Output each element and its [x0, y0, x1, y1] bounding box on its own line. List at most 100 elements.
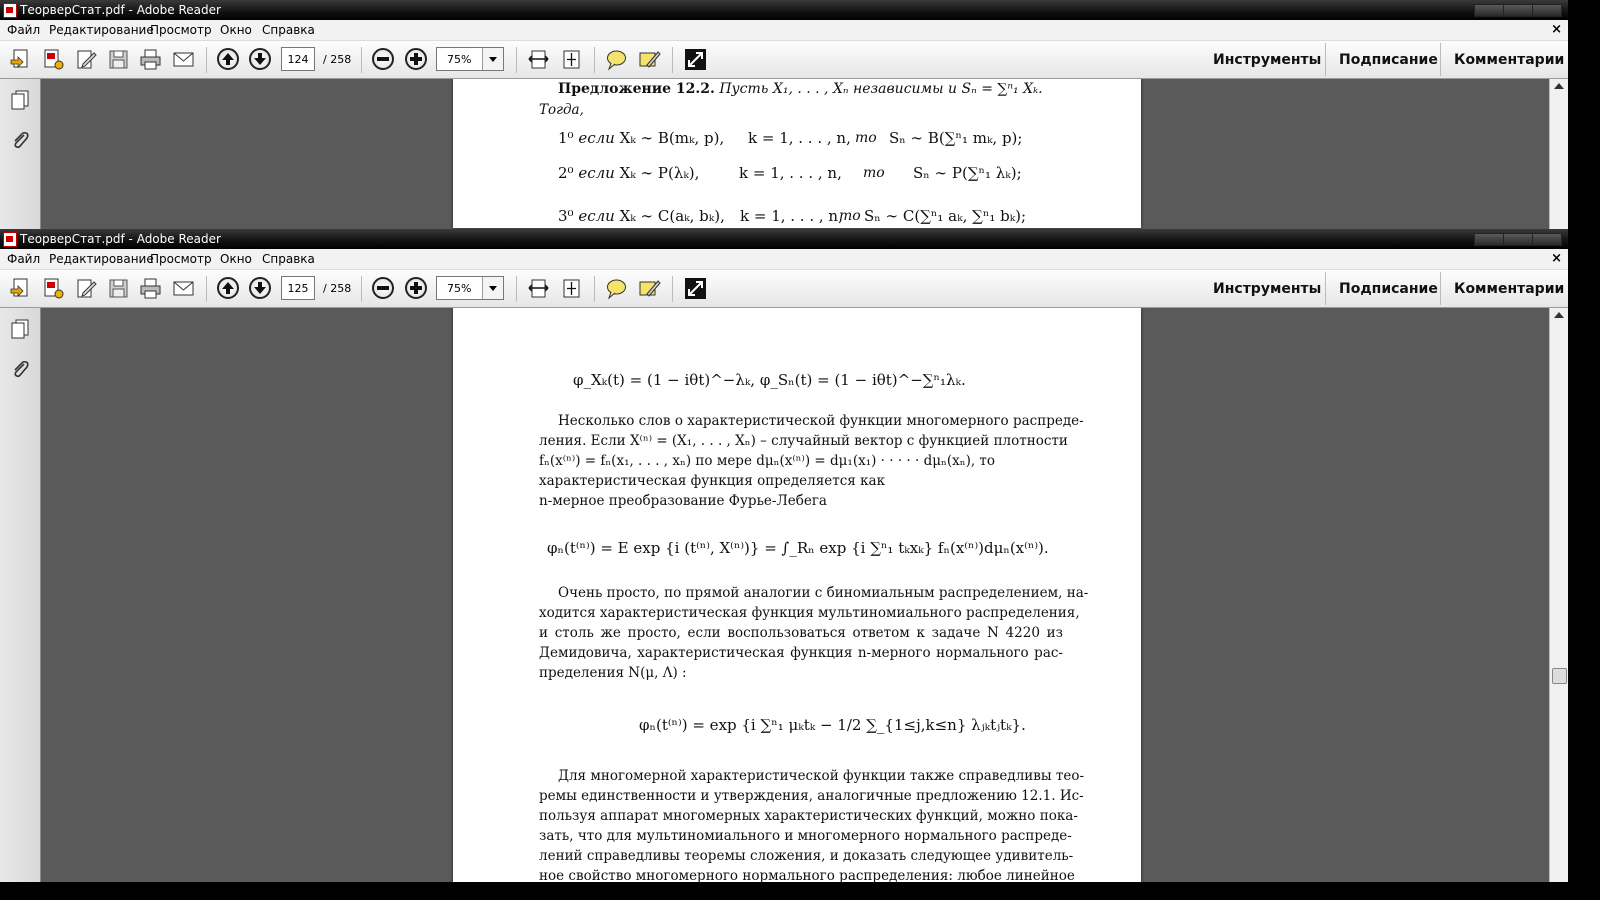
toolbar-separator — [206, 47, 207, 73]
save-icon[interactable] — [107, 48, 130, 71]
previous-page-button[interactable] — [217, 277, 239, 299]
edit-document-icon[interactable] — [75, 277, 98, 300]
page-number-input[interactable]: 125 — [281, 276, 315, 300]
item-1-then: то — [855, 130, 877, 146]
full-screen-icon[interactable] — [684, 277, 707, 300]
item-2-then: то — [863, 165, 885, 181]
save-icon[interactable] — [107, 277, 130, 300]
item-condition: если — [578, 207, 615, 225]
menu-help[interactable]: Справка — [262, 252, 315, 266]
minimize-button[interactable] — [1474, 233, 1504, 246]
document-viewport[interactable]: Предложение 12.2. Пусть X₁, . . . , Xₙ н… — [41, 79, 1550, 229]
sign-panel-button[interactable]: Подписание — [1339, 52, 1438, 68]
close-document-icon[interactable]: × — [1551, 22, 1562, 37]
close-window-button[interactable] — [1532, 233, 1562, 246]
create-pdf-icon[interactable] — [9, 277, 32, 300]
formula-multivariate-normal: φₙ(t⁽ⁿ⁾) = exp {i ∑ⁿ₁ μₖtₖ − 1/2 ∑_{1≤j,… — [639, 716, 1026, 734]
tools-panel-button[interactable]: Инструменты — [1213, 52, 1321, 68]
comment-panel-button[interactable]: Комментарии — [1454, 281, 1564, 297]
zoom-in-button[interactable] — [405, 48, 427, 70]
item-3: 3⁰ если Xₖ ∼ C(aₖ, bₖ), — [558, 208, 725, 225]
page-number-input[interactable]: 124 — [281, 47, 315, 71]
item-2-range: k = 1, . . . , n, — [739, 164, 842, 182]
menu-file[interactable]: Файл — [7, 252, 40, 266]
fit-page-icon[interactable] — [560, 277, 583, 300]
paragraph-line: fₙ(x⁽ⁿ⁾) = fₙ(x₁, . . . , xₙ) по мере dμ… — [539, 453, 996, 469]
paragraph-line: пользуя аппарат многомерных характеристи… — [539, 808, 1078, 824]
tools-panel-button[interactable]: Инструменты — [1213, 281, 1321, 297]
maximize-button[interactable] — [1503, 4, 1533, 17]
paragraph-line: Для многомерной характеристической функц… — [558, 768, 1085, 784]
zoom-select[interactable]: 75% — [436, 276, 504, 300]
next-page-button[interactable] — [249, 277, 271, 299]
highlight-icon[interactable] — [638, 48, 661, 71]
highlight-icon[interactable] — [638, 277, 661, 300]
paragraph-line: и столь же просто, если воспользоваться … — [539, 625, 1063, 641]
page-total: / 258 — [323, 282, 352, 295]
window-title: ТеорверСтат.pdf - Adobe Reader — [20, 232, 221, 246]
paragraph-line: Демидовича, характеристическая функция n… — [539, 645, 1063, 661]
scrollbar-thumb[interactable] — [1552, 668, 1567, 684]
menu-view[interactable]: Просмотр — [150, 252, 212, 266]
menu-view[interactable]: Просмотр — [150, 23, 212, 37]
email-icon[interactable] — [172, 277, 195, 300]
zoom-out-button[interactable] — [372, 277, 394, 299]
create-pdf-icon[interactable] — [9, 48, 32, 71]
close-window-button[interactable] — [1532, 4, 1562, 17]
edit-document-icon[interactable] — [75, 48, 98, 71]
export-pdf-icon[interactable] — [42, 277, 65, 300]
comment-icon[interactable] — [605, 48, 628, 71]
full-screen-icon[interactable] — [684, 48, 707, 71]
page-total: / 258 — [323, 53, 352, 66]
item-1-result: Sₙ ∼ B(∑ⁿ₁ mₖ, p); — [889, 129, 1023, 147]
fit-width-icon[interactable] — [527, 277, 550, 300]
proposition-text: Пусть X₁, . . . , Xₙ независимы и Sₙ = ∑… — [719, 81, 1043, 97]
menu-window[interactable]: Окно — [220, 252, 252, 266]
toolbar-separator — [1325, 43, 1326, 76]
minimize-button[interactable] — [1474, 4, 1504, 17]
fit-width-icon[interactable] — [527, 48, 550, 71]
document-viewport[interactable]: φ_Xₖ(t) = (1 − iθt)^−λₖ, φ_Sₙ(t) = (1 − … — [41, 308, 1550, 882]
menu-edit[interactable]: Редактирование — [49, 23, 154, 37]
item-expression: Xₖ ∼ B(mₖ, p), — [619, 129, 725, 147]
item-number: 2⁰ — [558, 164, 574, 182]
next-page-button[interactable] — [249, 48, 271, 70]
comment-icon[interactable] — [605, 277, 628, 300]
print-icon[interactable] — [139, 48, 162, 71]
print-icon[interactable] — [139, 277, 162, 300]
comment-panel-button[interactable]: Комментарии — [1454, 52, 1564, 68]
zoom-in-button[interactable] — [405, 277, 427, 299]
close-document-icon[interactable]: × — [1551, 251, 1562, 266]
scroll-up-icon[interactable] — [1554, 83, 1564, 89]
attachments-icon[interactable] — [9, 358, 31, 380]
zoom-select[interactable]: 75% — [436, 47, 504, 71]
zoom-out-button[interactable] — [372, 48, 394, 70]
export-pdf-icon[interactable] — [42, 48, 65, 71]
toolbar-separator — [206, 276, 207, 302]
toolbar-separator — [516, 276, 517, 302]
vertical-scrollbar[interactable] — [1549, 79, 1568, 229]
menu-file[interactable]: Файл — [7, 23, 40, 37]
email-icon[interactable] — [172, 48, 195, 71]
fit-page-icon[interactable] — [560, 48, 583, 71]
scroll-up-icon[interactable] — [1554, 312, 1564, 318]
maximize-button[interactable] — [1503, 233, 1533, 246]
window-title: ТеорверСтат.pdf - Adobe Reader — [20, 3, 221, 17]
toolbar-separator — [516, 47, 517, 73]
item-condition: если — [578, 129, 615, 147]
menu-help[interactable]: Справка — [262, 23, 315, 37]
navigation-pane — [0, 308, 41, 882]
page-thumbnails-icon[interactable] — [9, 89, 31, 111]
previous-page-button[interactable] — [217, 48, 239, 70]
paragraph-line: пределения N(μ, Λ) : — [539, 665, 687, 681]
vertical-scrollbar[interactable] — [1549, 308, 1568, 882]
attachments-icon[interactable] — [9, 129, 31, 151]
chevron-down-icon[interactable] — [482, 48, 503, 70]
paragraph-line: зать, что для мультиномиального и многом… — [539, 828, 1072, 844]
chevron-down-icon[interactable] — [482, 277, 503, 299]
menu-edit[interactable]: Редактирование — [49, 252, 154, 266]
menu-window[interactable]: Окно — [220, 23, 252, 37]
sign-panel-button[interactable]: Подписание — [1339, 281, 1438, 297]
page-thumbnails-icon[interactable] — [9, 318, 31, 340]
toolbar: 125 / 258 75% Инструменты Подписание Ком… — [0, 270, 1568, 308]
